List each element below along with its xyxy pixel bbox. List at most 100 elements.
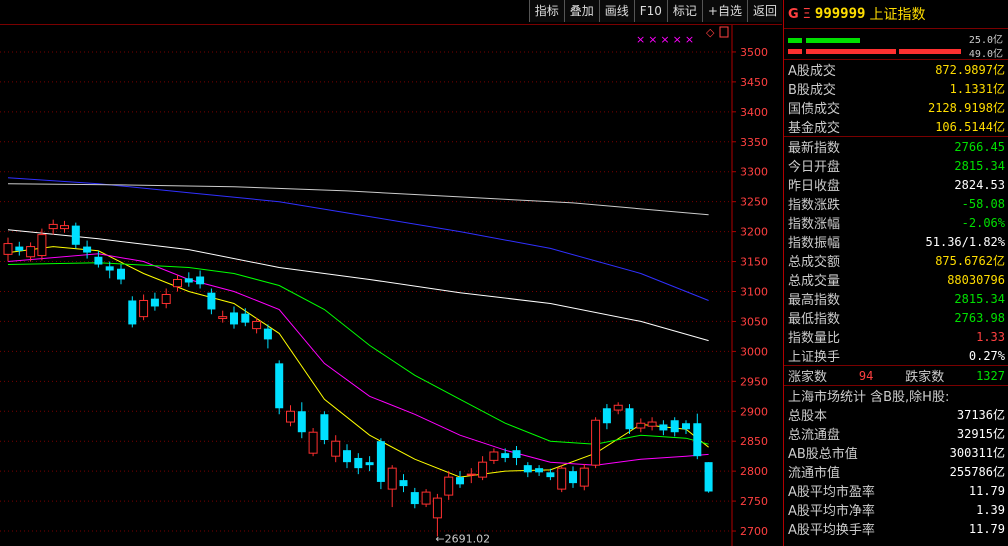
stat-value: 2824.53 bbox=[954, 177, 1005, 192]
candle-body-down bbox=[659, 424, 668, 431]
toolbar-button-0[interactable]: 指标 bbox=[528, 0, 564, 22]
candle-body-down bbox=[376, 441, 385, 482]
stat-label: 总成交额 bbox=[788, 255, 841, 270]
stat-value: 2128.9198亿 bbox=[927, 101, 1005, 115]
candle-body-down bbox=[704, 462, 713, 492]
stat-label: 指数涨幅 bbox=[788, 217, 841, 232]
stat-label: A股平均换手率 bbox=[788, 523, 875, 538]
candle-body-down bbox=[546, 472, 555, 478]
stat-label: 总股本 bbox=[788, 409, 828, 424]
y-tick-label: 3400 bbox=[740, 106, 768, 119]
stats-title-text: 上海市场统计 含B股,除H股: bbox=[788, 390, 950, 405]
toolbar-button-6[interactable]: 返回 bbox=[746, 0, 782, 22]
candle-body-down bbox=[230, 312, 238, 325]
market-stats-section: 总股本 37136亿 总流通盘 32915亿 AB股总市值 300311亿 流通市值 2557… bbox=[784, 405, 1008, 538]
bar-value-1: 25.0亿 bbox=[968, 35, 1003, 46]
candle-body-up bbox=[48, 223, 58, 230]
candle-body-down bbox=[501, 453, 510, 458]
moving-average-line bbox=[7, 229, 709, 342]
turnover-section: A股成交 872.9897亿 B股成交 1.1331亿 国债成交 2128.9198亿 基金… bbox=[784, 60, 1008, 136]
candle-body-down bbox=[15, 246, 24, 251]
stat-row: 指数振幅 51.36/1.82% bbox=[784, 232, 1008, 252]
candle-body-up bbox=[432, 497, 442, 519]
bar-green-long bbox=[806, 38, 860, 43]
panel-header: G Ξ 999999 上证指数 bbox=[784, 0, 1008, 29]
candle-body-down bbox=[128, 300, 137, 325]
stat-value: 11.79 bbox=[968, 521, 1005, 536]
stat-value: 88030796 bbox=[947, 272, 1005, 287]
y-tick-label: 3450 bbox=[740, 76, 768, 89]
stat-row: A股平均市净率 1.39 bbox=[784, 500, 1008, 520]
stat-value: 255786亿 bbox=[949, 465, 1005, 479]
moving-average-line bbox=[7, 253, 709, 466]
y-tick-label: 3300 bbox=[740, 166, 768, 179]
stat-label: 基金成交 bbox=[788, 121, 841, 136]
y-tick-label: 2950 bbox=[740, 375, 768, 388]
volume-compare-bars: 25.0亿 49.0亿 bbox=[784, 29, 1008, 60]
toolbar-button-3[interactable]: F10 bbox=[633, 0, 667, 22]
stat-row: A股平均换手率 11.79 bbox=[784, 519, 1008, 539]
stat-value: -58.08 bbox=[961, 196, 1005, 211]
stat-value: 2763.98 bbox=[954, 310, 1005, 325]
stat-label: 指数量比 bbox=[788, 331, 841, 346]
candle-body-down bbox=[354, 457, 363, 469]
candle-body-down bbox=[71, 225, 80, 245]
stats-title: 上海市场统计 含B股,除H股: bbox=[784, 385, 1008, 405]
diamond-icon[interactable]: ◇ bbox=[706, 26, 715, 39]
candle-body-up bbox=[139, 299, 149, 318]
stat-value: 32915亿 bbox=[956, 427, 1005, 441]
stat-value: 37136亿 bbox=[956, 408, 1005, 422]
y-tick-label: 2850 bbox=[740, 435, 768, 448]
toolbar-button-4[interactable]: 标记 bbox=[666, 0, 702, 22]
candle-body-up bbox=[478, 461, 488, 478]
stat-value: 300311亿 bbox=[949, 446, 1005, 460]
stat-label: 总流通盘 bbox=[788, 428, 841, 443]
y-tick-label: 3500 bbox=[740, 46, 768, 59]
stat-value: 2766.45 bbox=[954, 139, 1005, 154]
menu-icon[interactable]: Ξ bbox=[803, 7, 811, 22]
candle-body-up bbox=[60, 225, 69, 230]
candle-body-up bbox=[489, 451, 499, 461]
candle-body-down bbox=[184, 278, 193, 283]
y-tick-label: 3350 bbox=[740, 136, 768, 149]
candle-body-down bbox=[320, 414, 329, 441]
toolbar-button-1[interactable]: 叠加 bbox=[563, 0, 599, 22]
stat-value: 11.79 bbox=[968, 483, 1005, 498]
stat-row: 上证换手 0.27% bbox=[784, 346, 1008, 366]
bar-red-long bbox=[806, 49, 896, 54]
stat-row: 今日开盘 2815.34 bbox=[784, 156, 1008, 176]
candle-body-down bbox=[117, 268, 125, 280]
stat-label: A股成交 bbox=[788, 64, 836, 79]
g-label[interactable]: G bbox=[788, 7, 799, 22]
candle-body-up bbox=[331, 440, 341, 457]
y-tick-label: 2900 bbox=[740, 405, 768, 418]
candle-body-up bbox=[591, 419, 601, 466]
stat-label: 最新指数 bbox=[788, 141, 841, 156]
kline-chart[interactable]: 3500 3450 3400 3350 3300 3250 3200 3150 3100 3050… bbox=[0, 25, 782, 546]
candle-body-down bbox=[625, 408, 634, 430]
toolbar-button-5[interactable]: +自选 bbox=[701, 0, 747, 22]
toolbar-button-2[interactable]: 画线 bbox=[598, 0, 634, 22]
candle-body-down bbox=[523, 465, 532, 473]
bar-red-long2 bbox=[899, 49, 961, 54]
stat-row: 最高指数 2815.34 bbox=[784, 289, 1008, 309]
index-name: 上证指数 bbox=[869, 7, 926, 23]
chart-toolbar-bar: 指标 叠加 画线 F10 标记 +自选 返回 bbox=[0, 0, 782, 25]
candle-body-down bbox=[602, 408, 611, 424]
stat-value: 51.36/1.82% bbox=[925, 234, 1005, 249]
y-tick-label: 3250 bbox=[740, 196, 768, 209]
candle-body-down bbox=[150, 298, 159, 307]
candle-body-down bbox=[670, 420, 679, 433]
stat-row: 总成交量 88030796 bbox=[784, 270, 1008, 290]
candle-body-up bbox=[37, 234, 47, 257]
up-down-count-row: 涨家数 94 跌家数 1327 bbox=[784, 365, 1008, 385]
candle-body-down bbox=[512, 450, 521, 458]
candle-body-down bbox=[105, 266, 114, 271]
stat-value: -2.06% bbox=[961, 215, 1005, 230]
up-label: 涨家数 bbox=[788, 370, 828, 385]
candle-body-up bbox=[579, 467, 589, 487]
candle-body-down bbox=[399, 480, 408, 487]
stat-row: 最低指数 2763.98 bbox=[784, 308, 1008, 328]
stat-value: 1.33 bbox=[976, 329, 1005, 344]
window-icon[interactable] bbox=[719, 26, 729, 38]
